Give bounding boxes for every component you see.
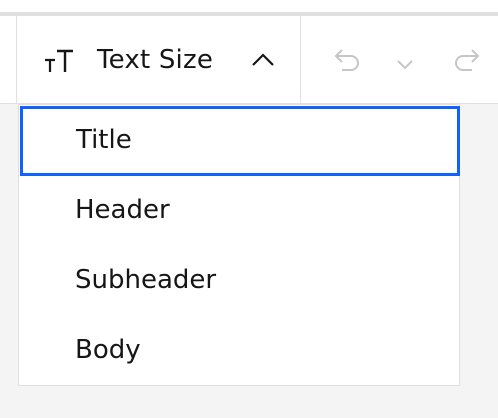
top-strip [0,0,498,12]
menu-item-label: Subheader [75,265,217,295]
menu-item-body[interactable]: Body [19,316,459,386]
menu-item-subheader[interactable]: Subheader [19,246,459,316]
redo-icon[interactable] [453,48,481,74]
menu-item-label: Header [75,195,170,225]
menu-item-header[interactable]: Header [19,176,459,246]
editor-toolbar: Text Size [0,16,498,104]
text-size-icon [44,48,76,74]
chevron-down-icon[interactable] [396,56,414,70]
menu-item-label: Body [75,335,141,365]
menu-item-label: Title [76,125,132,155]
chevron-up-icon [252,52,274,66]
text-size-button[interactable]: Text Size [17,16,301,103]
text-size-menu: Title Header Subheader Body [18,104,460,386]
text-size-label: Text Size [97,45,214,75]
undo-icon[interactable] [333,48,361,74]
toolbar-divider [300,16,301,104]
menu-item-title[interactable]: Title [20,106,460,176]
